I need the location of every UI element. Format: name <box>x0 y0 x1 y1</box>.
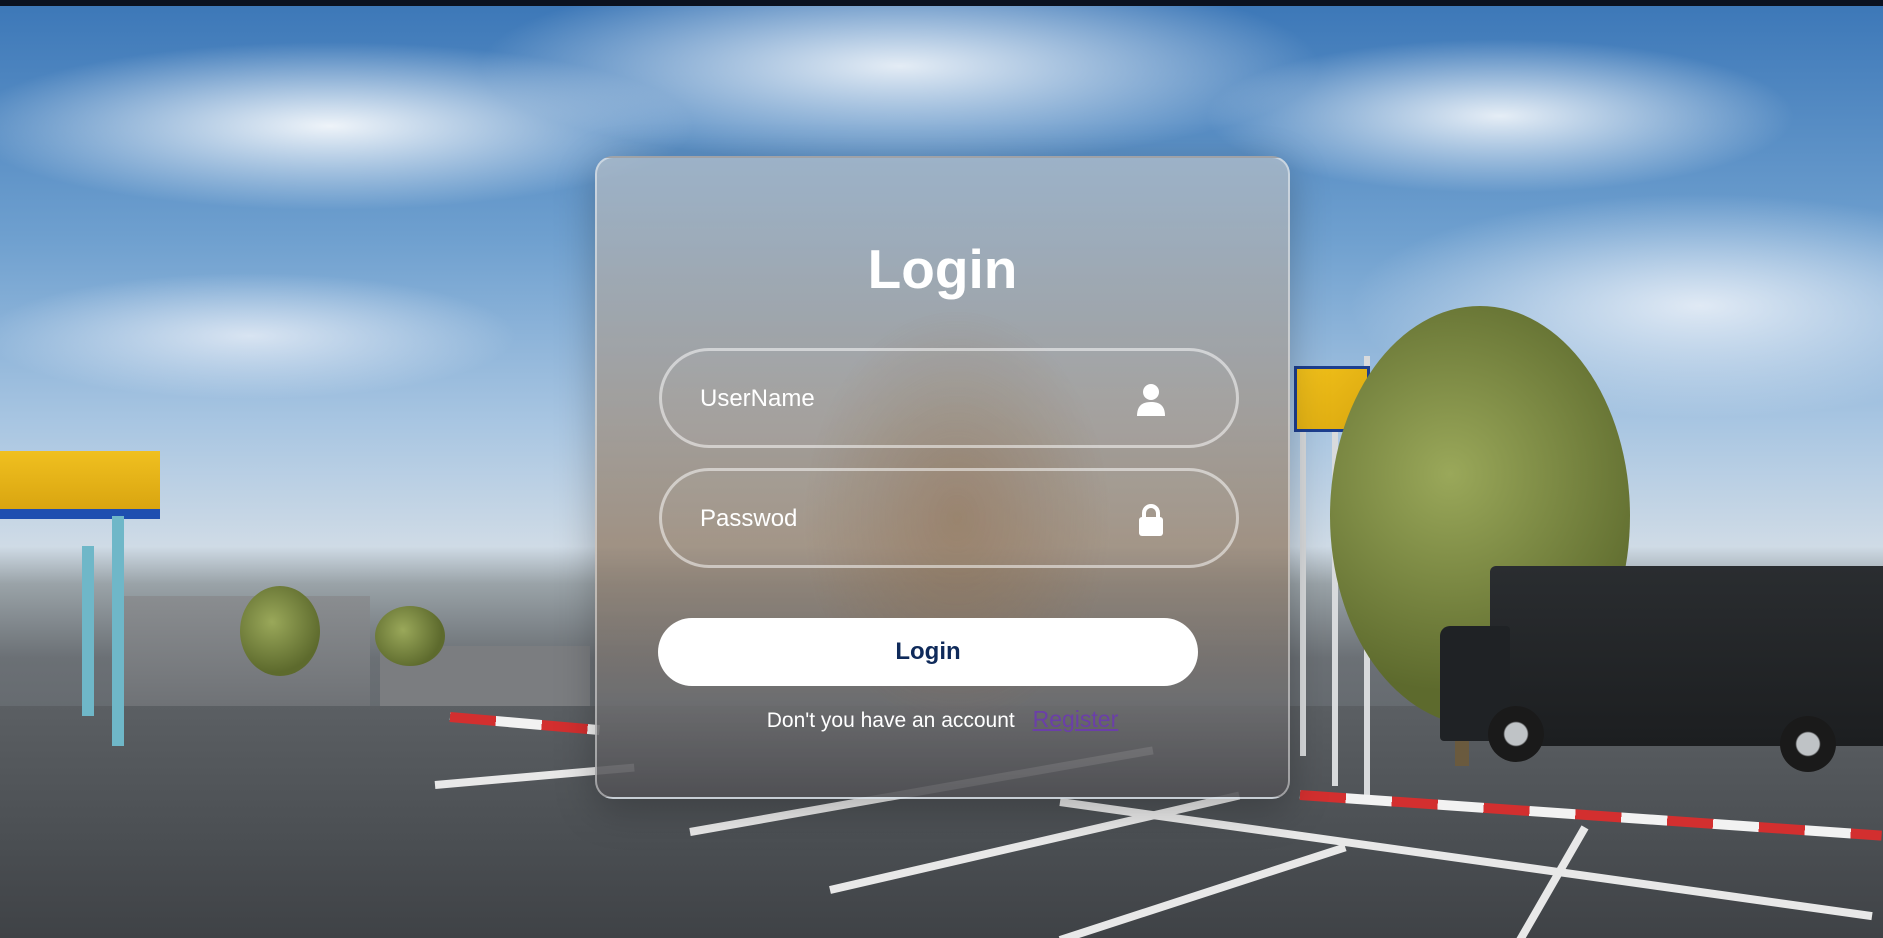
password-field[interactable] <box>659 468 1239 568</box>
register-link[interactable]: Register <box>1033 706 1119 732</box>
password-input[interactable] <box>698 471 1132 567</box>
login-card: Login Login Don't you have an account Re… <box>595 156 1290 799</box>
tree <box>240 586 320 676</box>
truck-trailer <box>1490 566 1883 746</box>
wheel <box>1488 706 1544 762</box>
window-top-bar <box>0 0 1883 6</box>
tree <box>375 606 445 666</box>
register-row: Don't you have an account Register <box>597 706 1288 733</box>
username-input[interactable] <box>698 351 1132 447</box>
register-prompt: Don't you have an account <box>766 709 1015 732</box>
station-canopy <box>0 451 160 519</box>
lock-icon <box>1139 504 1163 536</box>
page-title: Login <box>867 238 1018 300</box>
pillar <box>112 516 124 746</box>
pillar <box>82 546 94 716</box>
user-icon <box>1137 384 1165 416</box>
username-field[interactable] <box>659 348 1239 448</box>
login-button[interactable]: Login <box>658 618 1198 686</box>
flag-pole <box>1300 376 1306 756</box>
wheel <box>1780 716 1836 772</box>
